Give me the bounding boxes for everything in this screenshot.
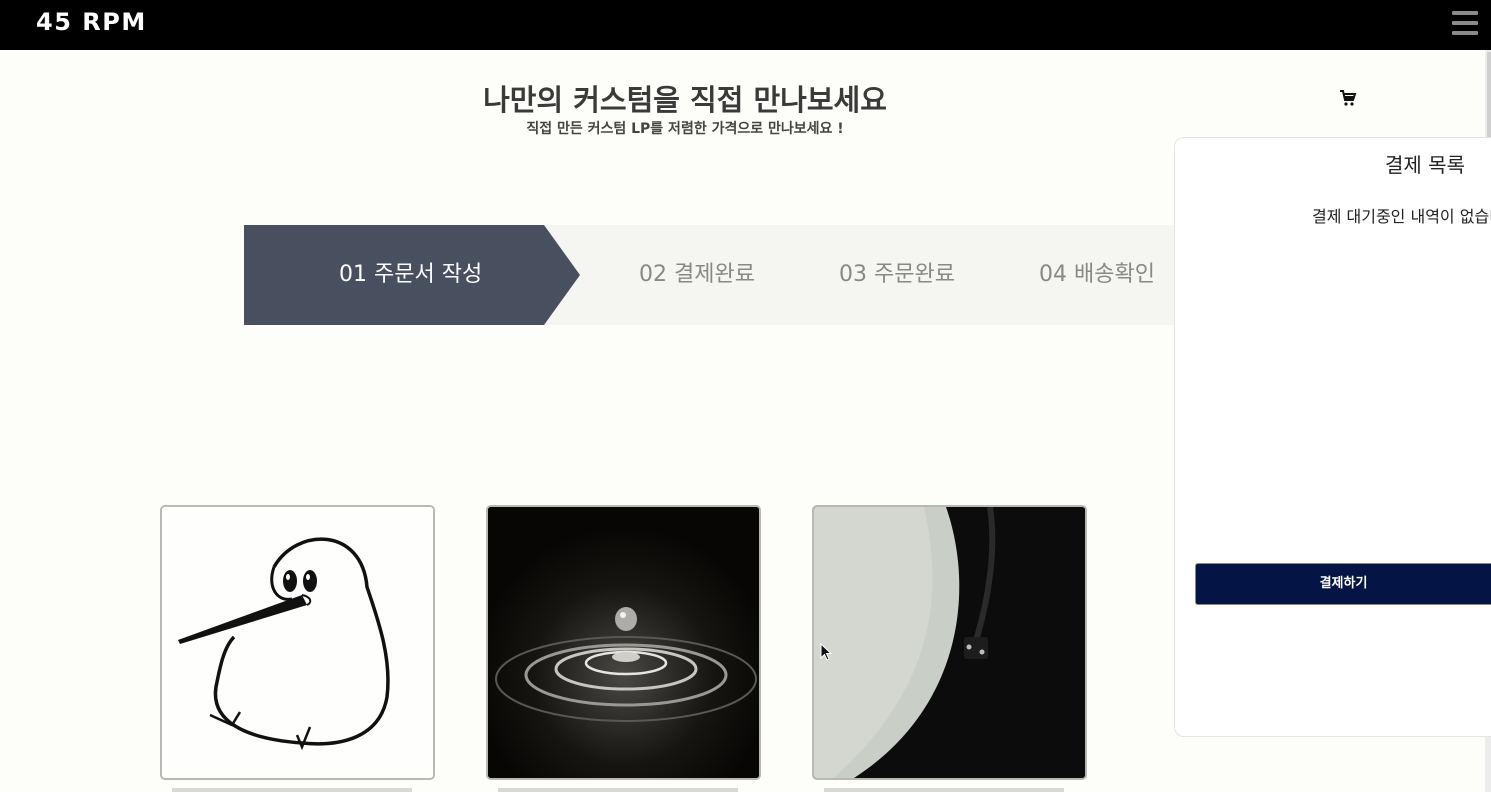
brand-logo[interactable]: 45 RPM <box>36 8 147 36</box>
page-title: 나만의 커스텀을 직접 만나보세요 <box>483 83 887 117</box>
vinyl-record-image <box>814 507 1085 778</box>
card-caption-bar <box>824 788 1064 792</box>
product-card-water[interactable] <box>486 505 761 780</box>
top-navbar: 45 RPM <box>0 0 1491 50</box>
product-card-kiwi[interactable] <box>160 505 435 780</box>
step-delivery-check: 04 배송확인 <box>1039 262 1155 287</box>
shopping-cart-icon[interactable] <box>1338 88 1358 108</box>
card-caption-bar <box>172 788 412 792</box>
step-payment-complete: 02 결제완료 <box>639 262 755 287</box>
pay-button[interactable]: 결제하기 <box>1195 563 1491 605</box>
kiwi-bird-image <box>162 507 433 778</box>
empty-payment-message: 결제 대기중인 내역이 없습니다 <box>1312 207 1491 226</box>
page-subtitle: 직접 만든 커스텀 LP를 저렴한 가격으로 만나보세요 ! <box>526 121 844 137</box>
order-progress-steps: 01 주문서 작성 02 결제완료 03 주문완료 04 배송확인 <box>244 225 1204 325</box>
hamburger-menu-icon[interactable] <box>1450 9 1480 37</box>
step-order-complete: 03 주문완료 <box>839 262 955 287</box>
mouse-pointer-icon <box>820 642 834 663</box>
step-order-form: 01 주문서 작성 <box>339 262 483 287</box>
water-droplet-image <box>488 507 759 778</box>
product-card-vinyl[interactable] <box>812 505 1087 780</box>
payment-list-title: 결제 목록 <box>1385 153 1465 177</box>
card-caption-bar <box>498 788 738 792</box>
